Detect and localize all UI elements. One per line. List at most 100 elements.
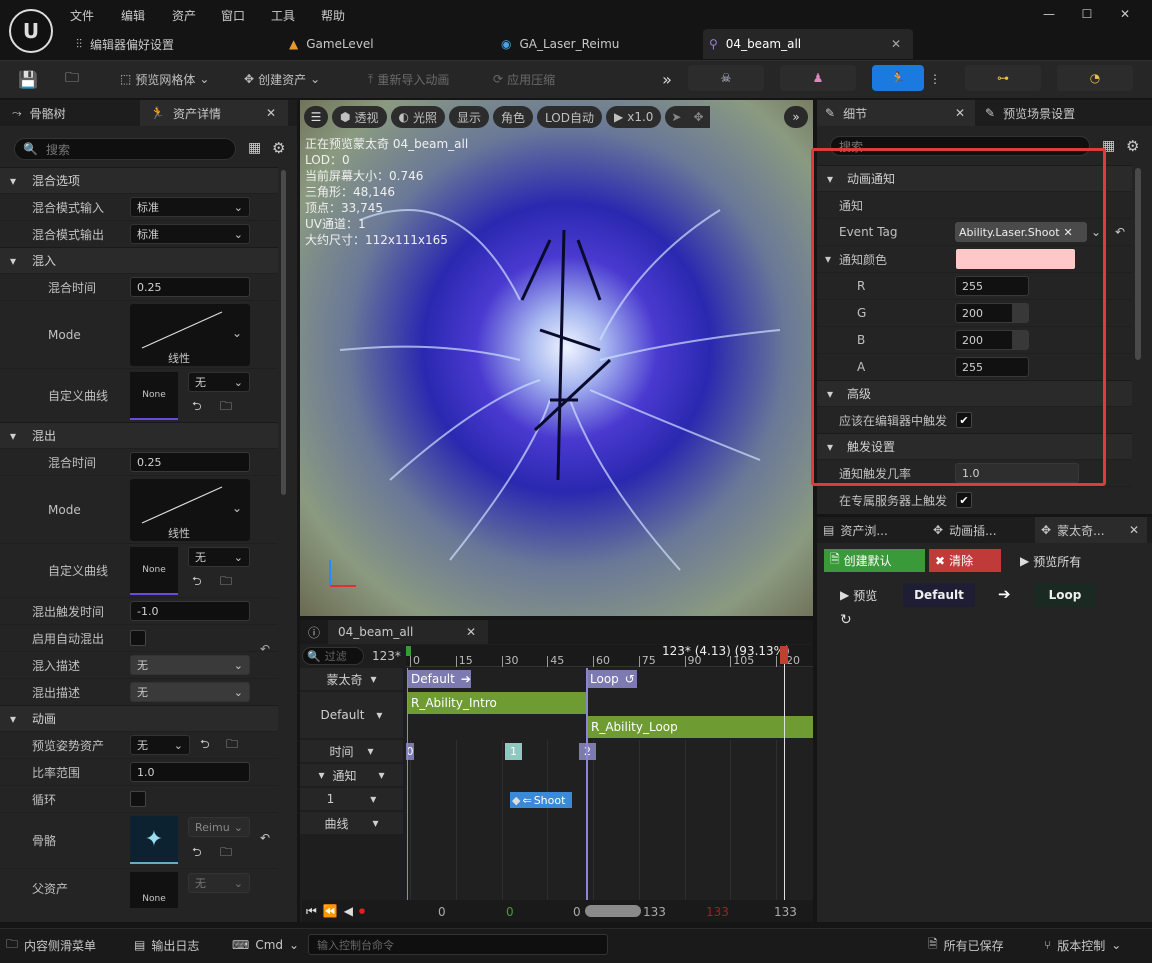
- use-selected-icon[interactable]: ⮌: [192, 843, 202, 864]
- character-button[interactable]: 角色: [493, 106, 534, 128]
- blend-mode-in-dropdown[interactable]: 标准 ⌄: [130, 197, 250, 217]
- menu-asset[interactable]: 资产: [172, 7, 221, 24]
- menu-edit[interactable]: 编辑: [121, 7, 172, 24]
- output-log-button[interactable]: ▤ 输出日志: [134, 934, 199, 956]
- maximize-icon[interactable]: ☐: [1068, 4, 1106, 24]
- record-icon[interactable]: ⏺: [359, 904, 365, 919]
- blend-mode-out-dropdown[interactable]: 标准 ⌄: [130, 224, 250, 244]
- rate-scale-input[interactable]: 1.0: [130, 762, 250, 782]
- select-mode-button[interactable]: ➤: [665, 106, 688, 128]
- step-back-icon[interactable]: ⏪: [323, 904, 338, 918]
- loop-checkbox[interactable]: [130, 791, 146, 807]
- mode-physics-button[interactable]: ◔: [1057, 65, 1133, 91]
- track-default-slot[interactable]: Default ▾: [300, 692, 403, 738]
- curve-asset-thumb[interactable]: None: [130, 547, 178, 595]
- blend-in-curve-preview[interactable]: 线性 ⌄: [130, 304, 250, 366]
- console-input[interactable]: 输入控制台命令: [308, 934, 608, 955]
- lod-button[interactable]: LOD自动: [537, 106, 602, 128]
- browse-icon[interactable]: 🗀: [220, 572, 232, 593]
- track-notify-1[interactable]: 1 ▾: [300, 788, 403, 810]
- loop-icon[interactable]: ↻: [840, 612, 852, 628]
- preview-pose-dropdown[interactable]: 无 ⌄: [130, 735, 190, 755]
- parent-asset-dropdown[interactable]: 无 ⌄: [188, 873, 250, 893]
- tab-details[interactable]: ✎ 细节 ✕: [817, 100, 975, 126]
- section-default[interactable]: Default ➔: [408, 670, 471, 688]
- tab-ga-laser-reimu[interactable]: ◉ GA_Laser_Reimu: [497, 30, 697, 58]
- all-saved-button[interactable]: 🗎 所有已保存: [928, 934, 1004, 956]
- create-asset-button[interactable]: ✥ 创建资产 ⌄: [236, 66, 328, 92]
- dedicated-server-checkbox[interactable]: ✔: [956, 492, 972, 508]
- tab-04-beam-all[interactable]: ⚲ 04_beam_all ✕: [703, 29, 913, 59]
- tab-editor-preferences[interactable]: ⫶⫶ 编辑器偏好设置: [70, 30, 280, 58]
- menu-window[interactable]: 窗口: [221, 7, 271, 24]
- track-curves[interactable]: 曲线 ▾: [300, 812, 403, 834]
- section-chip-default[interactable]: Default: [903, 583, 975, 607]
- timeline-filter-input[interactable]: 🔍 过滤: [302, 647, 364, 665]
- apply-compression-button[interactable]: ⟳ 应用压缩: [485, 66, 563, 92]
- blend-out-time-input[interactable]: 0.25: [130, 452, 250, 472]
- tab-skeleton-tree[interactable]: ⤳ 骨骼树: [0, 100, 140, 126]
- curve-asset-dropdown[interactable]: 无 ⌄: [188, 547, 250, 567]
- tab-gamelevel[interactable]: ▲ GameLevel: [285, 30, 485, 58]
- mode-animation-button[interactable]: 🏃: [872, 65, 924, 91]
- segment-r-ability-loop[interactable]: R_Ability_Loop: [588, 716, 813, 738]
- close-tab-icon[interactable]: ✕: [1129, 523, 1139, 537]
- parent-asset-thumb[interactable]: None: [130, 872, 178, 908]
- use-selected-icon[interactable]: ⮌: [192, 397, 202, 418]
- save-icon[interactable]: 💾: [14, 66, 42, 92]
- reset-icon[interactable]: ↶: [1115, 225, 1125, 239]
- section-blend-out[interactable]: ▾ 混出: [0, 422, 278, 448]
- mode-skeleton-button[interactable]: ☠: [688, 65, 764, 91]
- toolbar-overflow-icon[interactable]: »: [656, 66, 678, 92]
- move-mode-button[interactable]: ✥: [687, 106, 710, 128]
- tab-montage-sections[interactable]: ✥ 蒙太奇... ✕: [1035, 517, 1147, 543]
- section-chip-loop[interactable]: Loop: [1034, 583, 1096, 607]
- close-tab-icon[interactable]: ✕: [266, 106, 276, 120]
- preview-button[interactable]: ▶ 预览: [840, 584, 877, 606]
- help-icon[interactable]: ⓘ: [300, 624, 328, 641]
- perspective-button[interactable]: ⬢ 透视: [332, 106, 387, 128]
- tab-preview-scene-settings[interactable]: ✎ 预览场景设置: [975, 100, 1075, 126]
- close-tab-icon[interactable]: ✕: [891, 37, 901, 51]
- curve-asset-thumb[interactable]: None: [130, 372, 178, 420]
- create-default-button[interactable]: 🗎 创建默认: [824, 549, 925, 572]
- auto-blend-out-checkbox[interactable]: [130, 630, 146, 646]
- reset-blend-out-icon[interactable]: ↶: [260, 642, 270, 656]
- playhead-handle[interactable]: [780, 646, 788, 664]
- close-tab-icon[interactable]: ✕: [466, 625, 476, 639]
- show-button[interactable]: 显示: [449, 106, 490, 128]
- skeleton-dropdown[interactable]: Reimu ⌄: [188, 817, 250, 837]
- browse-icon[interactable]: 🗀: [226, 735, 238, 756]
- curve-asset-dropdown[interactable]: 无 ⌄: [188, 372, 250, 392]
- tab-asset-browser[interactable]: ▤ 资产浏...: [817, 517, 927, 543]
- reset-icon[interactable]: ↶: [260, 831, 270, 845]
- menu-help[interactable]: 帮助: [321, 7, 345, 24]
- preview-mesh-button[interactable]: ⬚ 预览网格体 ⌄: [112, 66, 217, 92]
- mode-mesh-button[interactable]: ♟: [780, 65, 856, 91]
- lit-button[interactable]: ◐ 光照: [390, 106, 445, 128]
- table-view-icon[interactable]: ▦: [248, 140, 261, 156]
- unreal-logo-icon[interactable]: U: [9, 9, 53, 53]
- tab-anim-slots[interactable]: ✥ 动画插...: [927, 517, 1035, 543]
- segment-r-ability-intro[interactable]: R_Ability_Intro: [408, 692, 586, 714]
- section-blend-options[interactable]: ▾ 混合选项: [0, 167, 278, 193]
- viewport-overflow-icon[interactable]: »: [784, 106, 808, 128]
- close-icon[interactable]: ✕: [1106, 4, 1144, 24]
- time-marker-1[interactable]: 1: [505, 743, 522, 760]
- source-control-button[interactable]: ⑂ 版本控制 ⌄: [1044, 934, 1121, 956]
- reimport-button[interactable]: ⤒ 重新导入动画: [360, 66, 457, 92]
- play-reverse-icon[interactable]: ◀: [344, 904, 353, 918]
- track-notify[interactable]: ▾ 通知 ▾: [300, 764, 403, 786]
- view-range-scrollbar[interactable]: [585, 905, 641, 917]
- notify-shoot[interactable]: ◆ ⇐ Shoot: [510, 792, 572, 808]
- preview-all-button[interactable]: ▶ 预览所有: [1020, 550, 1081, 572]
- section-loop[interactable]: Loop ↺: [587, 670, 637, 688]
- menu-tools[interactable]: 工具: [271, 7, 321, 24]
- settings-icon[interactable]: ⚙: [272, 139, 285, 157]
- use-selected-icon[interactable]: ⮌: [200, 735, 210, 756]
- blend-out-desc-dropdown[interactable]: 无 ⌄: [130, 682, 250, 702]
- mode-options-icon[interactable]: ⋮: [927, 66, 943, 92]
- details-scrollbar[interactable]: [1135, 168, 1141, 360]
- viewport[interactable]: ☰ ⬢ 透视 ◐ 光照 显示 角色 LOD自动 ▶ x1.0 ➤ ✥ » 正在预览蒙太…: [300, 100, 813, 616]
- play-speed-button[interactable]: ▶ x1.0: [605, 106, 662, 128]
